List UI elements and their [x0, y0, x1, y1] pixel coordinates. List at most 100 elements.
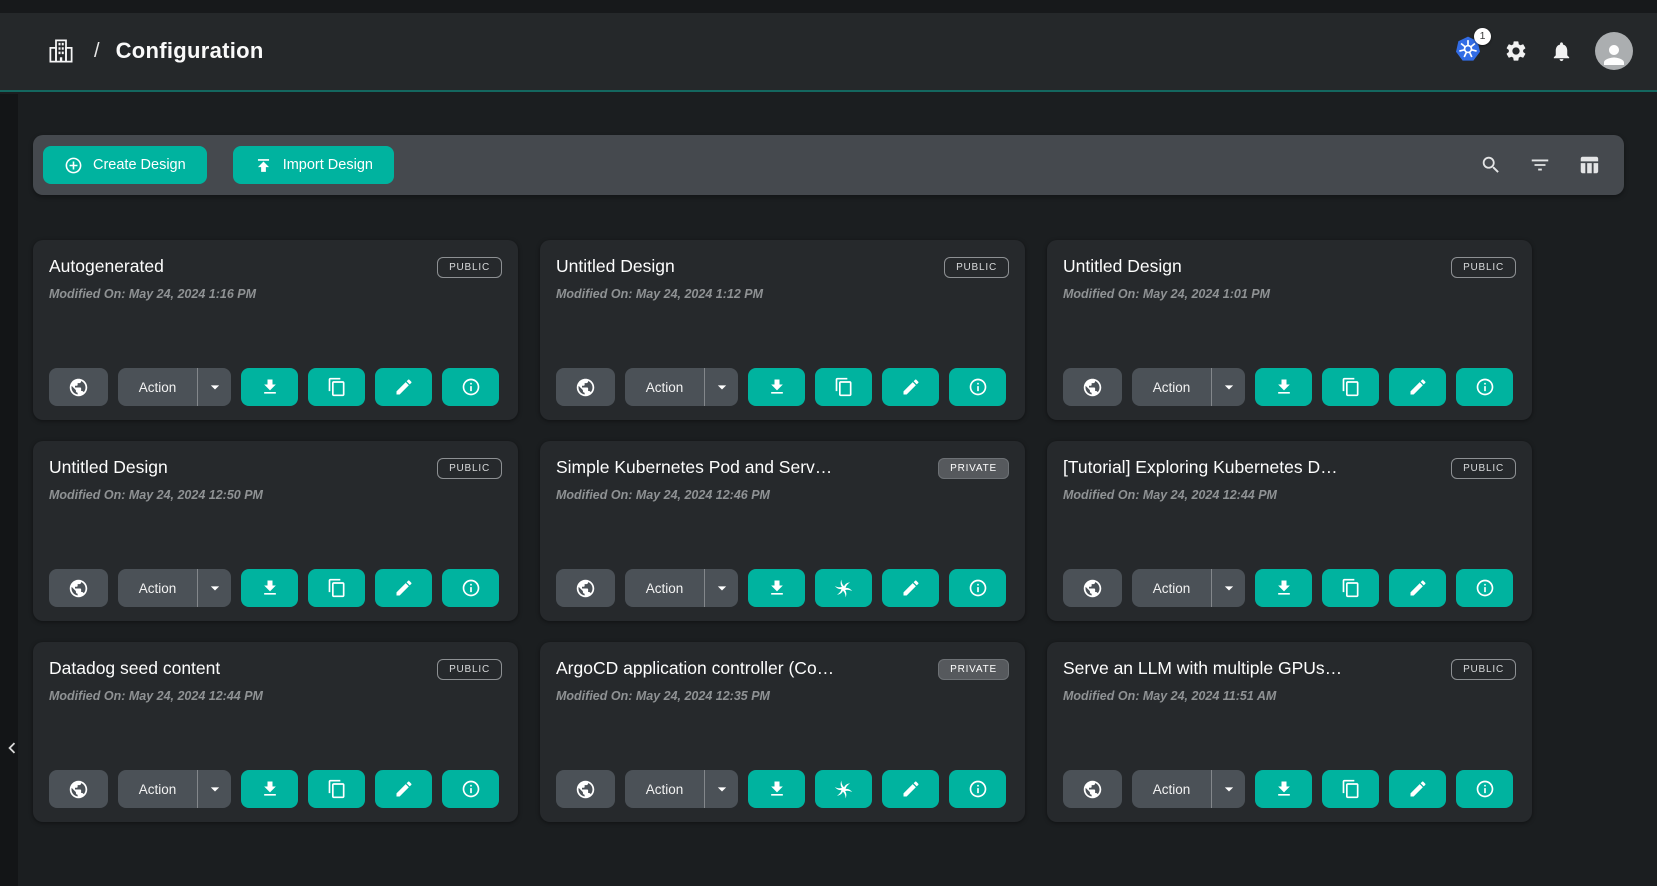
visibility-badge: PRIVATE — [938, 458, 1009, 479]
clone-button[interactable] — [308, 368, 365, 406]
action-split-button[interactable]: Action — [118, 569, 231, 607]
chevron-down-icon[interactable] — [198, 569, 231, 607]
download-button[interactable] — [241, 770, 298, 808]
chevron-left-icon[interactable] — [1, 733, 23, 763]
chevron-down-icon[interactable] — [1212, 770, 1245, 808]
info-button[interactable] — [949, 368, 1006, 406]
edit-button[interactable] — [375, 569, 432, 607]
info-button[interactable] — [442, 770, 499, 808]
edit-button[interactable] — [1389, 569, 1446, 607]
visibility-globe-button[interactable] — [556, 770, 615, 808]
card-header: ArgoCD application controller (Co… PRIVA… — [556, 658, 1009, 680]
clone-button[interactable] — [308, 569, 365, 607]
action-button-label[interactable]: Action — [625, 569, 704, 607]
visibility-globe-button[interactable] — [556, 569, 615, 607]
info-button[interactable] — [1456, 569, 1513, 607]
clone-button[interactable] — [1322, 368, 1379, 406]
action-split-button[interactable]: Action — [118, 368, 231, 406]
info-icon — [461, 377, 481, 397]
info-icon — [461, 578, 481, 598]
card-actions: Action — [1063, 770, 1516, 808]
app-header: / Configuration 1 — [0, 0, 1657, 92]
download-button[interactable] — [1255, 770, 1312, 808]
action-split-button[interactable]: Action — [625, 770, 738, 808]
design-swirl-button[interactable] — [815, 569, 872, 607]
action-split-button[interactable]: Action — [1132, 368, 1245, 406]
info-button[interactable] — [442, 368, 499, 406]
edit-button[interactable] — [375, 368, 432, 406]
edit-button[interactable] — [882, 770, 939, 808]
visibility-globe-button[interactable] — [49, 368, 108, 406]
chevron-down-icon[interactable] — [198, 770, 231, 808]
import-design-button[interactable]: Import Design — [233, 146, 394, 184]
visibility-globe-button[interactable] — [556, 368, 615, 406]
chevron-down-icon[interactable] — [1212, 569, 1245, 607]
design-swirl-button[interactable] — [815, 770, 872, 808]
search-icon[interactable] — [1480, 154, 1502, 176]
action-button-label[interactable]: Action — [118, 770, 197, 808]
chevron-down-icon[interactable] — [198, 368, 231, 406]
visibility-globe-button[interactable] — [1063, 368, 1122, 406]
clone-button[interactable] — [1322, 770, 1379, 808]
action-button-label[interactable]: Action — [1132, 569, 1211, 607]
pencil-icon — [1408, 578, 1428, 598]
download-button[interactable] — [241, 368, 298, 406]
notifications-bell-icon[interactable] — [1550, 40, 1573, 63]
chevron-down-icon[interactable] — [705, 368, 738, 406]
visibility-globe-button[interactable] — [1063, 569, 1122, 607]
design-title: Serve an LLM with multiple GPUs… — [1063, 658, 1342, 679]
download-button[interactable] — [1255, 569, 1312, 607]
visibility-globe-button[interactable] — [1063, 770, 1122, 808]
modified-on-text: Modified On: May 24, 2024 12:35 PM — [556, 689, 1009, 703]
download-button[interactable] — [1255, 368, 1312, 406]
download-icon — [260, 779, 280, 799]
action-button-label[interactable]: Action — [1132, 368, 1211, 406]
download-button[interactable] — [748, 569, 805, 607]
globe-icon — [1082, 578, 1103, 599]
action-button-label[interactable]: Action — [625, 368, 704, 406]
clone-button[interactable] — [1322, 569, 1379, 607]
filter-icon[interactable] — [1529, 154, 1551, 176]
action-split-button[interactable]: Action — [625, 368, 738, 406]
globe-icon — [68, 578, 89, 599]
card-actions: Action — [556, 770, 1009, 808]
visibility-globe-button[interactable] — [49, 569, 108, 607]
info-button[interactable] — [442, 569, 499, 607]
edit-button[interactable] — [375, 770, 432, 808]
action-split-button[interactable]: Action — [1132, 569, 1245, 607]
organization-building-icon[interactable] — [46, 36, 76, 66]
download-button[interactable] — [748, 770, 805, 808]
action-button-label[interactable]: Action — [118, 569, 197, 607]
user-avatar[interactable] — [1595, 32, 1633, 70]
table-view-icon[interactable] — [1578, 154, 1600, 176]
clone-button[interactable] — [308, 770, 365, 808]
info-button[interactable] — [949, 569, 1006, 607]
design-title: Untitled Design — [1063, 256, 1182, 277]
info-button[interactable] — [1456, 368, 1513, 406]
chevron-down-icon[interactable] — [705, 569, 738, 607]
visibility-globe-button[interactable] — [49, 770, 108, 808]
settings-gear-icon[interactable] — [1504, 39, 1528, 63]
action-split-button[interactable]: Action — [1132, 770, 1245, 808]
info-button[interactable] — [949, 770, 1006, 808]
action-button-label[interactable]: Action — [625, 770, 704, 808]
download-button[interactable] — [241, 569, 298, 607]
download-icon — [1274, 377, 1294, 397]
clone-button[interactable] — [815, 368, 872, 406]
info-button[interactable] — [1456, 770, 1513, 808]
action-split-button[interactable]: Action — [118, 770, 231, 808]
edit-button[interactable] — [882, 569, 939, 607]
download-button[interactable] — [748, 368, 805, 406]
chevron-down-icon[interactable] — [1212, 368, 1245, 406]
edit-button[interactable] — [1389, 770, 1446, 808]
action-split-button[interactable]: Action — [625, 569, 738, 607]
action-button-label[interactable]: Action — [118, 368, 197, 406]
card-actions: Action — [49, 569, 502, 607]
card-actions: Action — [49, 770, 502, 808]
action-button-label[interactable]: Action — [1132, 770, 1211, 808]
kubernetes-context-icon[interactable]: 1 — [1454, 35, 1482, 68]
chevron-down-icon[interactable] — [705, 770, 738, 808]
create-design-button[interactable]: Create Design — [43, 146, 207, 184]
edit-button[interactable] — [882, 368, 939, 406]
edit-button[interactable] — [1389, 368, 1446, 406]
